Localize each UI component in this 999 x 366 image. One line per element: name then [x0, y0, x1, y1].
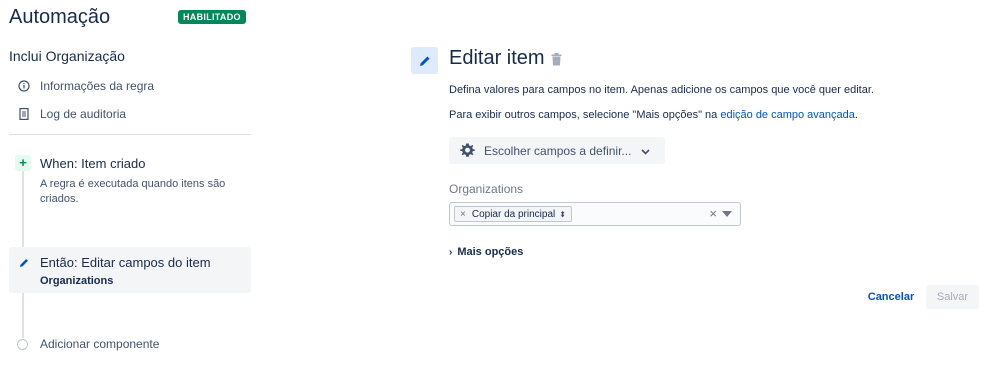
add-component-dot	[17, 339, 28, 350]
organizations-field-label: Organizations	[449, 182, 524, 196]
gear-icon	[460, 143, 475, 158]
action-card[interactable]: Então: Editar campos do item Organizatio…	[9, 247, 251, 293]
editor-title: Editar item	[449, 47, 545, 69]
plus-icon: +	[15, 155, 31, 171]
more-options-label: Mais opções	[457, 246, 524, 258]
more-options-toggle[interactable]: › Mais opções	[449, 246, 523, 258]
sort-arrows-icon[interactable]: ⬍	[559, 210, 566, 219]
trash-icon[interactable]	[551, 53, 563, 67]
dropdown-caret-icon[interactable]	[722, 211, 732, 217]
clear-selection-icon[interactable]: ×	[709, 206, 717, 221]
trigger-description: A regra é executada quando itens são cri…	[40, 178, 226, 205]
nav-rule-info-label: Informações da regra	[40, 79, 155, 93]
nav-audit-log-label: Log de auditoria	[40, 107, 127, 121]
trigger-title[interactable]: When: Item criado	[40, 156, 146, 171]
choose-fields-button[interactable]: Escolher campos a definir...	[449, 137, 665, 164]
edit-item-icon-box	[411, 47, 438, 74]
page-title: Automação	[9, 6, 111, 28]
selected-value-chip: × Copiar da principal ⬍	[454, 206, 572, 222]
add-component-button[interactable]: Adicionar componente	[40, 337, 159, 351]
nav-audit-log[interactable]: Log de auditoria	[17, 105, 126, 123]
action-subtitle: Organizations	[40, 275, 114, 287]
document-icon	[17, 107, 31, 121]
advanced-field-edit-link[interactable]: edição de campo avançada	[720, 109, 855, 121]
rule-sidebar: Automação HABILITADO Inclui Organização …	[0, 0, 260, 366]
more-fields-end: .	[854, 109, 858, 121]
organizations-select[interactable]: × Copiar da principal ⬍ ×	[449, 202, 741, 226]
save-button[interactable]: Salvar	[926, 285, 979, 309]
editor-description: Defina valores para campos no item. Apen…	[449, 84, 874, 96]
choose-fields-label: Escolher campos a definir...	[484, 143, 632, 158]
action-title: Então: Editar campos do item	[40, 255, 211, 270]
status-badge: HABILITADO	[178, 10, 246, 24]
info-icon	[17, 79, 31, 93]
divider	[9, 134, 251, 135]
pencil-icon	[419, 56, 429, 66]
cancel-button[interactable]: Cancelar	[861, 285, 921, 309]
more-fields-text: Para exibir outros campos, selecione "Ma…	[449, 109, 718, 121]
rule-name: Inclui Organização	[9, 48, 125, 64]
chevron-down-icon	[641, 144, 650, 158]
nav-rule-info[interactable]: Informações da regra	[17, 77, 154, 95]
pencil-icon	[18, 256, 30, 268]
more-fields-hint: Para exibir outros campos, selecione "Ma…	[449, 109, 858, 121]
remove-chip-icon[interactable]: ×	[460, 209, 466, 220]
selected-value-label: Copiar da principal	[471, 208, 556, 220]
chevron-right-icon: ›	[449, 246, 453, 258]
